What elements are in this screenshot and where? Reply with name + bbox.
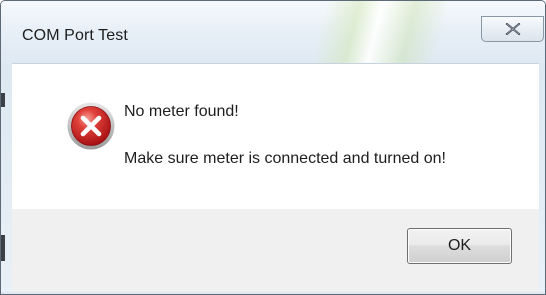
message-line-1: No meter found! [124, 103, 239, 120]
message-area: No meter found! Make sure meter is conne… [12, 63, 539, 210]
message-box-window: COM Port Test No meter found! Make sure … [0, 0, 546, 295]
close-x-icon [505, 23, 521, 35]
close-button[interactable] [481, 16, 544, 42]
ok-button[interactable]: OK [407, 228, 512, 264]
window-title: COM Port Test [22, 27, 128, 44]
message-line-2: Make sure meter is connected and turned … [124, 150, 446, 167]
window-left-border [1, 63, 12, 294]
button-bar: OK [12, 209, 539, 292]
title-bar[interactable]: COM Port Test [1, 1, 545, 63]
error-icon [66, 101, 116, 151]
